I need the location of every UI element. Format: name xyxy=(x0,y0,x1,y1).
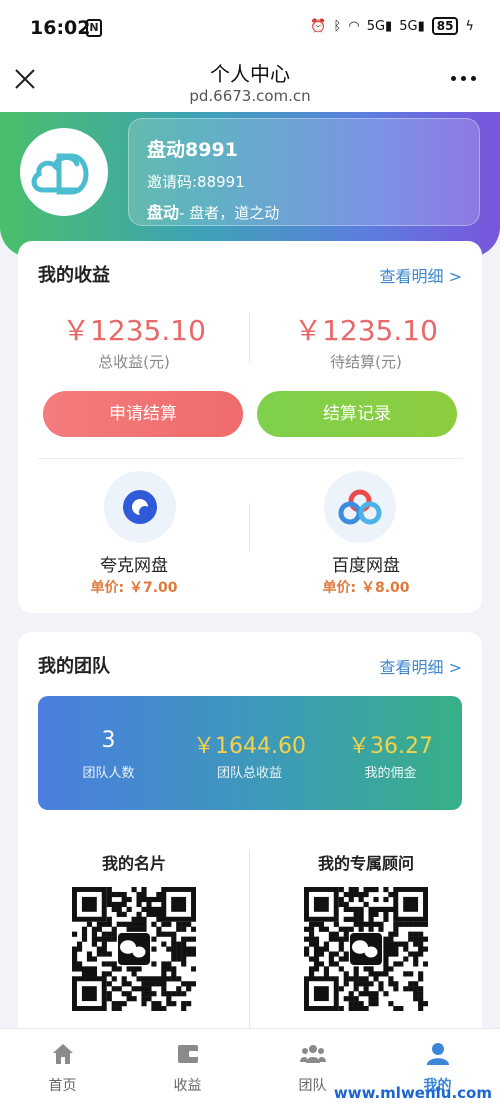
team-earnings-label: 团队总收益 xyxy=(216,766,282,781)
team-detail-link[interactable]: 查看明细 > xyxy=(380,654,463,678)
baidu-icon[interactable] xyxy=(324,471,396,543)
earnings-title: 我的收益 xyxy=(38,265,110,286)
baidu-name: 百度网盘 xyxy=(332,556,400,576)
profile-name: 盘动8991 xyxy=(147,139,238,161)
cloud-d-logo-icon xyxy=(31,153,89,195)
signal-icon-2: 5G▮ xyxy=(399,18,425,34)
apply-settlement-button[interactable]: 申请结算 xyxy=(43,391,243,437)
quark-name: 夸克网盘 xyxy=(100,556,168,576)
charging-icon: ϟ xyxy=(465,18,474,34)
brand-logo xyxy=(20,128,108,216)
team-title: 我的团队 xyxy=(38,656,110,677)
signal-icon: 5G▮ xyxy=(366,18,393,34)
advisor-qr-code xyxy=(304,887,428,1011)
quark-icon[interactable] xyxy=(104,471,176,543)
my-card-title: 我的名片 xyxy=(101,854,166,873)
battery-icon: 85 xyxy=(431,17,459,35)
commission-label: 我的佣金 xyxy=(364,766,417,781)
divider xyxy=(249,503,250,551)
bluetooth-icon: ᛒ xyxy=(333,18,342,34)
wifi-icon: ◠ xyxy=(348,18,360,34)
settlement-record-button[interactable]: 结算记录 xyxy=(257,391,457,437)
team-size-value: 3 xyxy=(101,728,116,753)
wallet-icon xyxy=(178,1045,198,1063)
team-card: 我的团队 查看明细 > 3 团队人数 ￥1644.60 团队总收益 ￥36.27… xyxy=(18,632,482,1052)
user-icon xyxy=(427,1043,449,1065)
nfc-icon: N xyxy=(86,19,102,37)
nav-home-label: 首页 xyxy=(48,1078,77,1094)
status-bar: 16:02 N ⏰ ᛒ ◠ 5G▮ 5G▮ 85 ϟ xyxy=(0,0,500,56)
team-earnings-value: ￥1644.60 xyxy=(193,734,306,759)
divider xyxy=(249,850,250,1040)
page-url: pd.6673.com.cn xyxy=(189,87,311,105)
profile-hero: 盘动8991 邀请码:88991 盘动- 盘者，道之动 xyxy=(0,112,500,257)
profile-slogan: 盘动- 盘者，道之动 xyxy=(147,203,280,222)
advisor-title: 我的专属顾问 xyxy=(317,854,414,873)
team-size-label: 团队人数 xyxy=(82,766,135,781)
pending-label: 待结算(元) xyxy=(330,353,402,371)
invite-code: 邀请码:88991 xyxy=(147,173,245,191)
watermark: www.mlwenlu.com xyxy=(333,1084,492,1102)
pending-amount: ￥1235.10 xyxy=(294,314,438,347)
page-title: 个人中心 xyxy=(210,62,290,86)
earnings-detail-link[interactable]: 查看明细 > xyxy=(380,263,463,287)
top-bar: 个人中心 pd.6673.com.cn xyxy=(0,56,500,112)
more-icon[interactable] xyxy=(451,76,476,81)
total-earnings-label: 总收益(元) xyxy=(98,353,170,371)
nav-earnings-label: 收益 xyxy=(173,1078,202,1094)
status-icons: ⏰ ᛒ ◠ 5G▮ 5G▮ 85 ϟ xyxy=(310,17,474,35)
nav-earnings[interactable]: 收益 xyxy=(125,1029,250,1103)
earnings-card: 我的收益 查看明细 > ￥1235.10 总收益(元) ￥1235.10 待结算… xyxy=(18,241,482,613)
home-icon xyxy=(53,1044,73,1064)
alarm-icon: ⏰ xyxy=(310,18,327,34)
quark-price: 单价: ￥7.00 xyxy=(90,580,178,596)
team-icon xyxy=(300,1045,326,1063)
nav-home[interactable]: 首页 xyxy=(0,1029,125,1103)
profile-info-card: 盘动8991 邀请码:88991 盘动- 盘者，道之动 xyxy=(128,118,480,226)
commission-value: ￥36.27 xyxy=(348,734,433,759)
team-stats-panel: 3 团队人数 ￥1644.60 团队总收益 ￥36.27 我的佣金 xyxy=(38,696,462,810)
status-time: 16:02 xyxy=(30,17,91,39)
baidu-price: 单价: ￥8.00 xyxy=(322,580,410,596)
divider xyxy=(38,458,462,459)
total-earnings-amount: ￥1235.10 xyxy=(62,314,206,347)
my-card-qr-code xyxy=(72,887,196,1011)
